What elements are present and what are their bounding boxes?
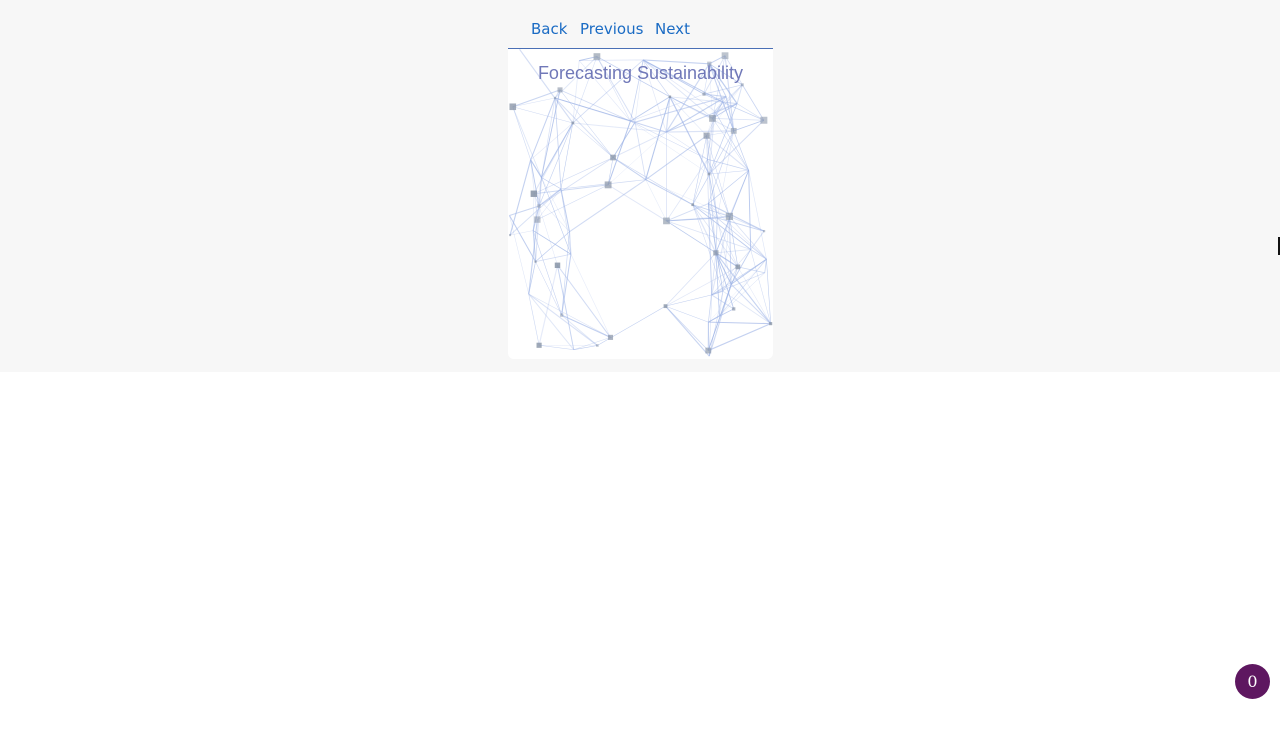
next-link[interactable]: Next	[655, 18, 690, 40]
book-cover[interactable]: Forecasting Sustainability	[508, 48, 773, 359]
top-panel: Back Previous Next Forecasting Sustainab…	[0, 0, 1280, 372]
network-graph-illustration	[509, 49, 773, 357]
notification-badge[interactable]: 0	[1235, 664, 1270, 699]
navigation-links: Back Previous Next	[0, 18, 1280, 40]
back-link[interactable]: Back	[531, 18, 567, 40]
previous-link[interactable]: Previous	[580, 18, 643, 40]
cover-title: Forecasting Sustainability	[537, 63, 744, 83]
